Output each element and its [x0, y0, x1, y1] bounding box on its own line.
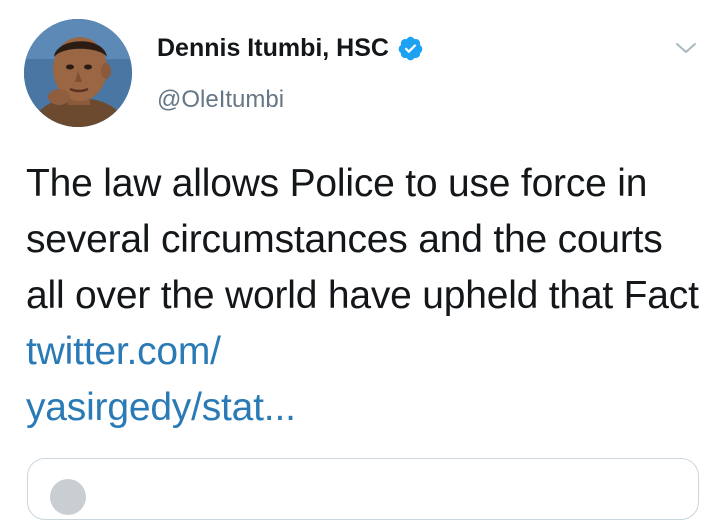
tweet-link-part2[interactable]: yasirgedy/stat... — [26, 386, 296, 429]
tweet-link[interactable]: twitter.com/yasirgedy/stat... — [26, 330, 296, 429]
verified-badge-icon — [398, 36, 423, 61]
author-name-row[interactable]: Dennis Itumbi, HSC — [157, 34, 424, 63]
tweet-card: Dennis Itumbi, HSC @OleItumbi The law al… — [0, 0, 720, 520]
quoted-tweet-card[interactable] — [27, 458, 699, 520]
tweet-text: The law allows Police to use force in se… — [26, 156, 706, 436]
author-handle[interactable]: @OleItumbi — [157, 86, 284, 114]
avatar[interactable] — [24, 19, 132, 127]
author-name[interactable]: Dennis Itumbi, HSC — [157, 34, 389, 63]
tweet-link-part1[interactable]: twitter.com/ — [26, 330, 221, 373]
quoted-tweet-avatar — [50, 479, 86, 515]
chevron-down-icon[interactable] — [674, 36, 698, 60]
tweet-body: The law allows Police to use force in se… — [26, 162, 699, 317]
